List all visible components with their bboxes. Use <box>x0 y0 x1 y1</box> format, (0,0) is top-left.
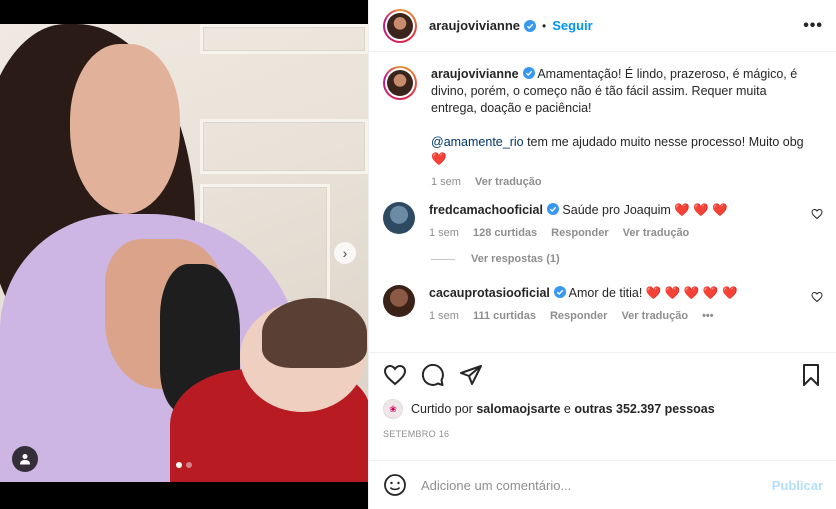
translate-button[interactable]: Ver tradução <box>475 176 542 188</box>
comment-likes[interactable]: 111 curtidas <box>473 310 536 322</box>
verified-icon <box>553 286 566 298</box>
avatar <box>387 12 413 39</box>
post-media: › <box>0 0 368 509</box>
separator-dot: • <box>542 18 547 33</box>
caption-meta: 1 sem Ver tradução <box>431 176 811 188</box>
caption-time[interactable]: 1 sem <box>431 176 461 188</box>
comment-body: Saúde pro Joaquim <box>562 203 671 217</box>
caption-text: araujovivianne Amamentação! É lindo, pra… <box>431 66 811 168</box>
wall-panel <box>200 24 368 54</box>
heart-emoji: ❤️ <box>431 152 447 166</box>
post-header: araujovivianne • Seguir ••• <box>369 0 836 52</box>
comment-meta: 1 sem 111 curtidas Responder Ver traduçã… <box>429 310 799 322</box>
avatar[interactable] <box>383 202 415 234</box>
publish-button[interactable]: Publicar <box>772 478 823 493</box>
add-comment-bar: Publicar <box>369 460 836 509</box>
caption-avatar[interactable] <box>383 66 417 100</box>
comment-username[interactable]: fredcamachooficial <box>429 203 543 217</box>
carousel-next-button[interactable]: › <box>334 242 356 264</box>
carousel-dot-active <box>176 462 182 468</box>
carousel-indicator <box>176 462 192 468</box>
replies-divider <box>431 258 455 260</box>
follow-button[interactable]: Seguir <box>552 18 592 33</box>
chevron-right-icon: › <box>342 245 348 261</box>
reply-button[interactable]: Responder <box>551 227 608 239</box>
post-date[interactable]: SETEMBRO 16 <box>383 429 823 439</box>
comment-likes[interactable]: 128 curtidas <box>473 227 537 239</box>
post-username[interactable]: araujovivianne <box>429 18 520 33</box>
comment-time[interactable]: 1 sem <box>429 310 459 322</box>
smile-icon[interactable] <box>383 473 407 497</box>
comment-text: cacauprotasiooficial Amor de titia! ❤️ ❤… <box>429 285 799 302</box>
comments-section: araujovivianne Amamentação! É lindo, pra… <box>369 52 836 352</box>
comment-username[interactable]: cacauprotasiooficial <box>429 286 550 300</box>
story-avatar[interactable] <box>383 8 417 43</box>
heart-emojis: ❤️ ❤️ ❤️ ❤️ ❤️ <box>645 286 738 300</box>
likes-count[interactable]: outras 352.397 pessoas <box>574 402 714 416</box>
view-replies-label: Ver respostas (1) <box>471 253 560 265</box>
likes-prefix: Curtido por <box>411 402 473 416</box>
post-actions: ❀ Curtido por salomaojsarte e outras 352… <box>369 352 836 439</box>
translate-button[interactable]: Ver tradução <box>621 310 688 322</box>
liker-username[interactable]: salomaojsarte <box>476 402 560 416</box>
caption: araujovivianne Amamentação! É lindo, pra… <box>383 66 823 188</box>
caption-body-2: tem me ajudado muito nesse processo! Mui… <box>523 135 804 149</box>
comment-time[interactable]: 1 sem <box>429 227 459 239</box>
translate-button[interactable]: Ver tradução <box>623 227 690 239</box>
caption-username[interactable]: araujovivianne <box>431 67 519 81</box>
verified-icon <box>522 67 535 79</box>
comment-options-icon[interactable]: ••• <box>702 310 714 322</box>
verified-icon <box>546 203 559 215</box>
wall-panel <box>200 119 368 174</box>
user-tag-button[interactable] <box>12 446 38 472</box>
bookmark-icon[interactable] <box>799 363 823 387</box>
user-tag-icon <box>20 454 30 465</box>
photo-face <box>70 44 180 214</box>
comment-body: Amor de titia! <box>568 286 643 300</box>
view-replies-button[interactable]: Ver respostas (1) <box>431 253 823 265</box>
action-bar <box>383 363 823 387</box>
reply-button[interactable]: Responder <box>550 310 607 322</box>
comment-text: fredcamachooficial Saúde pro Joaquim ❤️ … <box>429 202 799 219</box>
share-icon[interactable] <box>459 363 483 387</box>
carousel-dot <box>186 462 192 468</box>
comment-icon[interactable] <box>421 363 445 387</box>
post-photo <box>0 24 368 482</box>
heart-outline-icon[interactable] <box>811 208 823 220</box>
comment-item: cacauprotasiooficial Amor de titia! ❤️ ❤… <box>383 285 823 322</box>
liker-avatar[interactable]: ❀ <box>383 399 403 419</box>
post-modal: › araujovivianne • Seguir ••• araujovivi… <box>0 0 836 509</box>
photo-baby-hair <box>262 298 367 368</box>
comment-item: fredcamachooficial Saúde pro Joaquim ❤️ … <box>383 202 823 239</box>
likes-summary: ❀ Curtido por salomaojsarte e outras 352… <box>383 399 823 419</box>
avatar[interactable] <box>383 285 415 317</box>
likes-middle: e <box>563 402 571 416</box>
heart-outline-icon[interactable] <box>383 363 407 387</box>
avatar <box>387 70 413 96</box>
heart-outline-icon[interactable] <box>811 291 823 303</box>
comment-input[interactable] <box>421 477 772 493</box>
more-options-icon[interactable]: ••• <box>803 17 823 35</box>
heart-emojis: ❤️ ❤️ ❤️ <box>674 203 728 217</box>
comment-meta: 1 sem 128 curtidas Responder Ver traduçã… <box>429 227 799 239</box>
verified-icon <box>524 19 537 32</box>
post-side-panel: araujovivianne • Seguir ••• araujovivian… <box>368 0 836 509</box>
mention-link[interactable]: @amamente_rio <box>431 135 524 149</box>
